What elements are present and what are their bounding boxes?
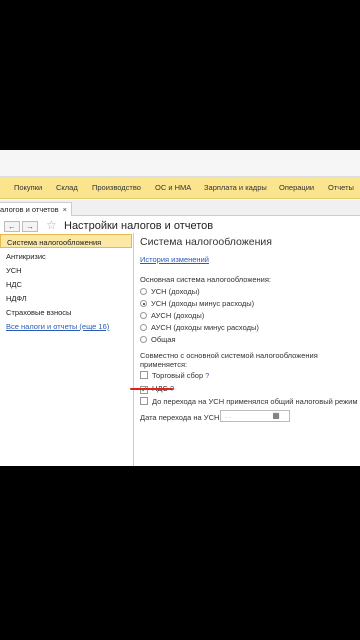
app-header <box>0 150 360 177</box>
date-label: Дата перехода на УСН: <box>140 413 222 422</box>
sidebar-item-ndfl[interactable]: НДФЛ <box>0 291 132 305</box>
sidebar-item-all-taxes[interactable]: Все налоги и отчеты (еще 16) <box>0 319 132 333</box>
settings-sidebar: Система налогообложения Антикризис УСН Н… <box>0 233 134 466</box>
sidebar-item-tax-system[interactable]: Система налогообложения <box>0 234 132 248</box>
menu-reports[interactable]: Отчеты <box>328 183 354 192</box>
sidebar-item-anticrisis[interactable]: Антикризис <box>0 249 132 263</box>
section-menu-bar: Покупки Склад Производство ОС и НМА Зарп… <box>0 177 360 199</box>
back-button[interactable]: ← <box>4 221 20 232</box>
tab-label: алогов и отчетов <box>0 205 59 214</box>
menu-production[interactable]: Производство <box>92 183 141 192</box>
forward-button[interactable]: → <box>22 221 38 232</box>
checkbox-before-usn[interactable]: До перехода на УСН применялся общий нало… <box>140 397 358 407</box>
tab-tax-settings[interactable]: алогов и отчетов × <box>0 202 73 216</box>
favorite-star-icon[interactable]: ☆ <box>46 218 57 232</box>
menu-assets[interactable]: ОС и НМА <box>155 183 191 192</box>
close-icon[interactable]: × <box>63 205 67 214</box>
calendar-icon[interactable]: ▦ <box>270 410 282 422</box>
checkbox[interactable] <box>140 397 148 405</box>
menu-salary[interactable]: Зарплата и кадры <box>204 183 267 192</box>
sidebar-item-insurance[interactable]: Страховые взносы <box>0 305 132 319</box>
sidebar-item-vat[interactable]: НДС <box>0 277 132 291</box>
tab-bar: алогов и отчетов × <box>0 200 360 216</box>
sidebar-item-usn[interactable]: УСН <box>0 263 132 277</box>
page-title: Настройки налогов и отчетов <box>64 220 214 232</box>
menu-warehouse[interactable]: Склад <box>56 183 78 192</box>
app-window: Покупки Склад Производство ОС и НМА Зарп… <box>0 150 360 466</box>
settings-content-lower: До перехода на УСН применялся общий нало… <box>134 233 360 466</box>
checkbox-label: До перехода на УСН применялся общий нало… <box>152 397 358 406</box>
menu-operations[interactable]: Операции <box>279 183 314 192</box>
menu-purchases[interactable]: Покупки <box>14 183 42 192</box>
